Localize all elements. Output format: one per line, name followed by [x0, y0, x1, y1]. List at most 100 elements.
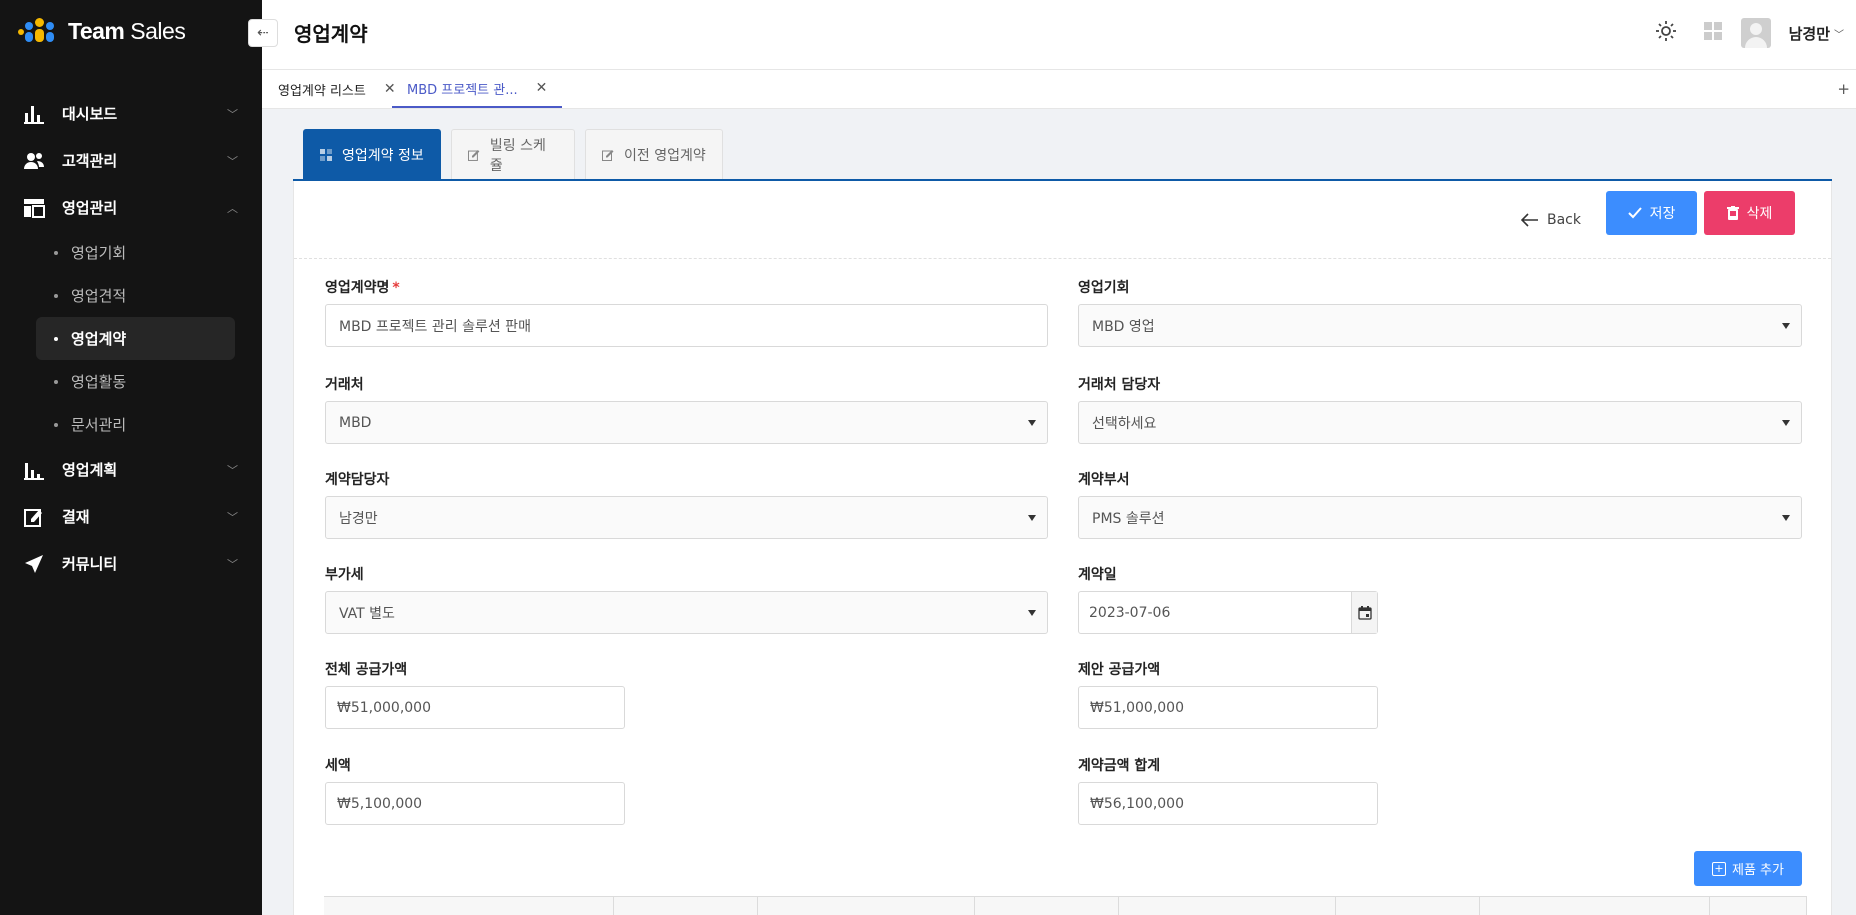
plus-icon[interactable]: + — [1837, 80, 1850, 98]
table-header-cell — [975, 897, 1119, 915]
tax-input[interactable]: ₩5,100,000 — [325, 782, 625, 825]
proposed-supply-label: 제안 공급가액 — [1078, 662, 1161, 678]
contract-name-input[interactable]: MBD 프로젝트 관리 솔루션 판매 — [325, 304, 1048, 347]
check-icon — [1627, 207, 1642, 219]
chevron-down-icon: ﹀ — [227, 154, 238, 168]
contract-total-value: ₩56,100,000 — [1090, 795, 1185, 812]
tab-billing-schedule[interactable]: 빌링 스케쥴 — [451, 129, 575, 180]
table-header-cell — [1336, 897, 1480, 915]
user-name[interactable]: 남경만 — [1789, 23, 1830, 44]
save-button[interactable]: 저장 — [1606, 191, 1697, 235]
avatar[interactable] — [1740, 18, 1771, 48]
tab-contract-info[interactable]: 영업계약 정보 — [303, 129, 441, 180]
send-icon — [22, 552, 46, 576]
vat-label: 부가세 — [325, 567, 364, 583]
contract-owner-select[interactable]: 남경만 — [325, 496, 1048, 539]
save-label: 저장 — [1649, 206, 1676, 222]
sidebar-menu: 대시보드 ﹀ 고객관리 ﹀ 영업관리 ︿ 영업기회 영업견적 영업계약 영업활동… — [0, 90, 262, 587]
grid-icon[interactable] — [1703, 21, 1723, 45]
layout-icon — [22, 196, 46, 220]
chevron-down-icon[interactable]: ﹀ — [1834, 26, 1844, 41]
client-contact-value: 선택하세요 — [1092, 415, 1157, 432]
page-title: 영업계약 — [294, 22, 368, 46]
sidebar-subitem-activity[interactable]: 영업활동 — [36, 360, 235, 403]
total-supply-input[interactable]: ₩51,000,000 — [325, 686, 625, 729]
sidebar-item-community[interactable]: 커뮤니티 ﹀ — [0, 540, 262, 587]
logo-icon — [18, 18, 58, 44]
sidebar-item-dashboard[interactable]: 대시보드 ﹀ — [0, 90, 262, 137]
contract-name-label: 영업계약명 * — [325, 280, 400, 296]
contract-date-input[interactable]: 2023-07-06 — [1078, 591, 1378, 634]
plus-icon: + — [1712, 861, 1726, 876]
sidebar-collapse-button[interactable]: ⇠ — [248, 19, 278, 47]
tax-label: 세액 — [325, 758, 351, 774]
back-button[interactable]: Back — [1521, 205, 1581, 235]
proposed-supply-value: ₩51,000,000 — [1090, 699, 1185, 716]
sun-icon[interactable] — [1655, 20, 1677, 46]
delete-button[interactable]: 삭제 — [1704, 191, 1795, 235]
contract-date-label: 계약일 — [1078, 567, 1117, 583]
tab-label: 영업계약 리스트 — [278, 83, 366, 99]
sales-submenu: 영업기회 영업견적 영업계약 영업활동 문서관리 — [0, 231, 262, 446]
contract-form-panel: Back 저장 삭제 영업계약명 * MBD 프로젝트 관리 솔루션 판매 영업기… — [293, 181, 1832, 915]
logo-team: Team — [68, 17, 125, 44]
vat-select[interactable]: VAT 별도 — [325, 591, 1048, 634]
tab-label: 빌링 스케쥴 — [489, 138, 546, 174]
sidebar-item-label: 고객관리 — [62, 152, 118, 170]
chevron-up-icon: ︿ — [227, 201, 238, 215]
sidebar-subitem-opportunity[interactable]: 영업기회 — [36, 231, 235, 274]
tab-label: 영업계약 정보 — [342, 148, 424, 164]
delete-label: 삭제 — [1746, 206, 1773, 222]
department-select[interactable]: PMS 솔루션 — [1078, 496, 1802, 539]
table-header-cell — [1119, 897, 1336, 915]
sidebar-item-sales[interactable]: 영업관리 ︿ — [0, 184, 262, 231]
sidebar-item-label: 결재 — [62, 508, 90, 526]
edit-icon — [468, 150, 480, 161]
edit-icon — [602, 150, 614, 161]
back-label: Back — [1547, 212, 1581, 228]
app-logo[interactable]: Team Sales — [18, 17, 186, 44]
sidebar-subitem-contract[interactable]: 영업계약 — [36, 317, 235, 360]
table-header-cell — [614, 897, 758, 915]
client-contact-select[interactable]: 선택하세요 — [1078, 401, 1802, 444]
sidebar-item-plan[interactable]: 영업계획 ﹀ — [0, 446, 262, 493]
calendar-button[interactable] — [1351, 592, 1377, 633]
chevron-down-icon: ﹀ — [227, 510, 238, 524]
sidebar-subitem-documents[interactable]: 문서관리 — [36, 403, 235, 446]
sidebar-item-label: 영업계획 — [62, 461, 118, 479]
tab-contract-list[interactable]: 영업계약 리스트 ✕ — [278, 70, 396, 108]
opportunity-select[interactable]: MBD 영업 — [1078, 304, 1802, 347]
table-header-cell — [1480, 897, 1710, 915]
sidebar-item-label: 영업관리 — [62, 199, 118, 217]
department-label: 계약부서 — [1078, 472, 1130, 488]
tab-mbd-project[interactable]: MBD 프로젝트 관... ✕ — [392, 70, 563, 108]
contract-date-value: 2023-07-06 — [1089, 604, 1171, 621]
chevron-down-icon: ﹀ — [227, 557, 238, 571]
bar-chart-icon — [22, 102, 46, 126]
sidebar-subitem-quote[interactable]: 영업견적 — [36, 274, 235, 317]
table-header-cell — [1710, 897, 1807, 915]
calendar-icon — [1357, 605, 1372, 620]
table-header-cell — [758, 897, 975, 915]
tab-previous-contract[interactable]: 이전 영업계약 — [585, 129, 723, 180]
opportunity-value: MBD 영업 — [1092, 318, 1155, 335]
client-contact-label: 거래처 담당자 — [1078, 377, 1161, 393]
client-select[interactable]: MBD — [325, 401, 1048, 444]
client-label: 거래처 — [325, 377, 364, 393]
department-value: PMS 솔루션 — [1092, 510, 1165, 527]
document-tabs: 영업계약 리스트 ✕ MBD 프로젝트 관... ✕ + — [262, 70, 1856, 109]
top-header: 영업계약 남경만 ﹀ — [262, 0, 1856, 70]
add-product-button[interactable]: + 제품 추가 — [1694, 851, 1802, 886]
contract-total-input[interactable]: ₩56,100,000 — [1078, 782, 1378, 825]
sidebar-item-label: 대시보드 — [62, 105, 118, 123]
header-actions: 남경만 ﹀ — [1655, 16, 1844, 50]
product-table-header — [324, 896, 1807, 915]
arrow-left-icon: ⇠ — [257, 25, 269, 41]
sidebar-item-approval[interactable]: 결재 ﹀ — [0, 493, 262, 540]
total-supply-value: ₩51,000,000 — [337, 699, 432, 716]
proposed-supply-input[interactable]: ₩51,000,000 — [1078, 686, 1378, 729]
contract-total-label: 계약금액 합계 — [1078, 758, 1161, 774]
sidebar-item-customers[interactable]: 고객관리 ﹀ — [0, 137, 262, 184]
close-icon[interactable]: ✕ — [536, 80, 548, 96]
tab-label: 이전 영업계약 — [624, 148, 706, 164]
